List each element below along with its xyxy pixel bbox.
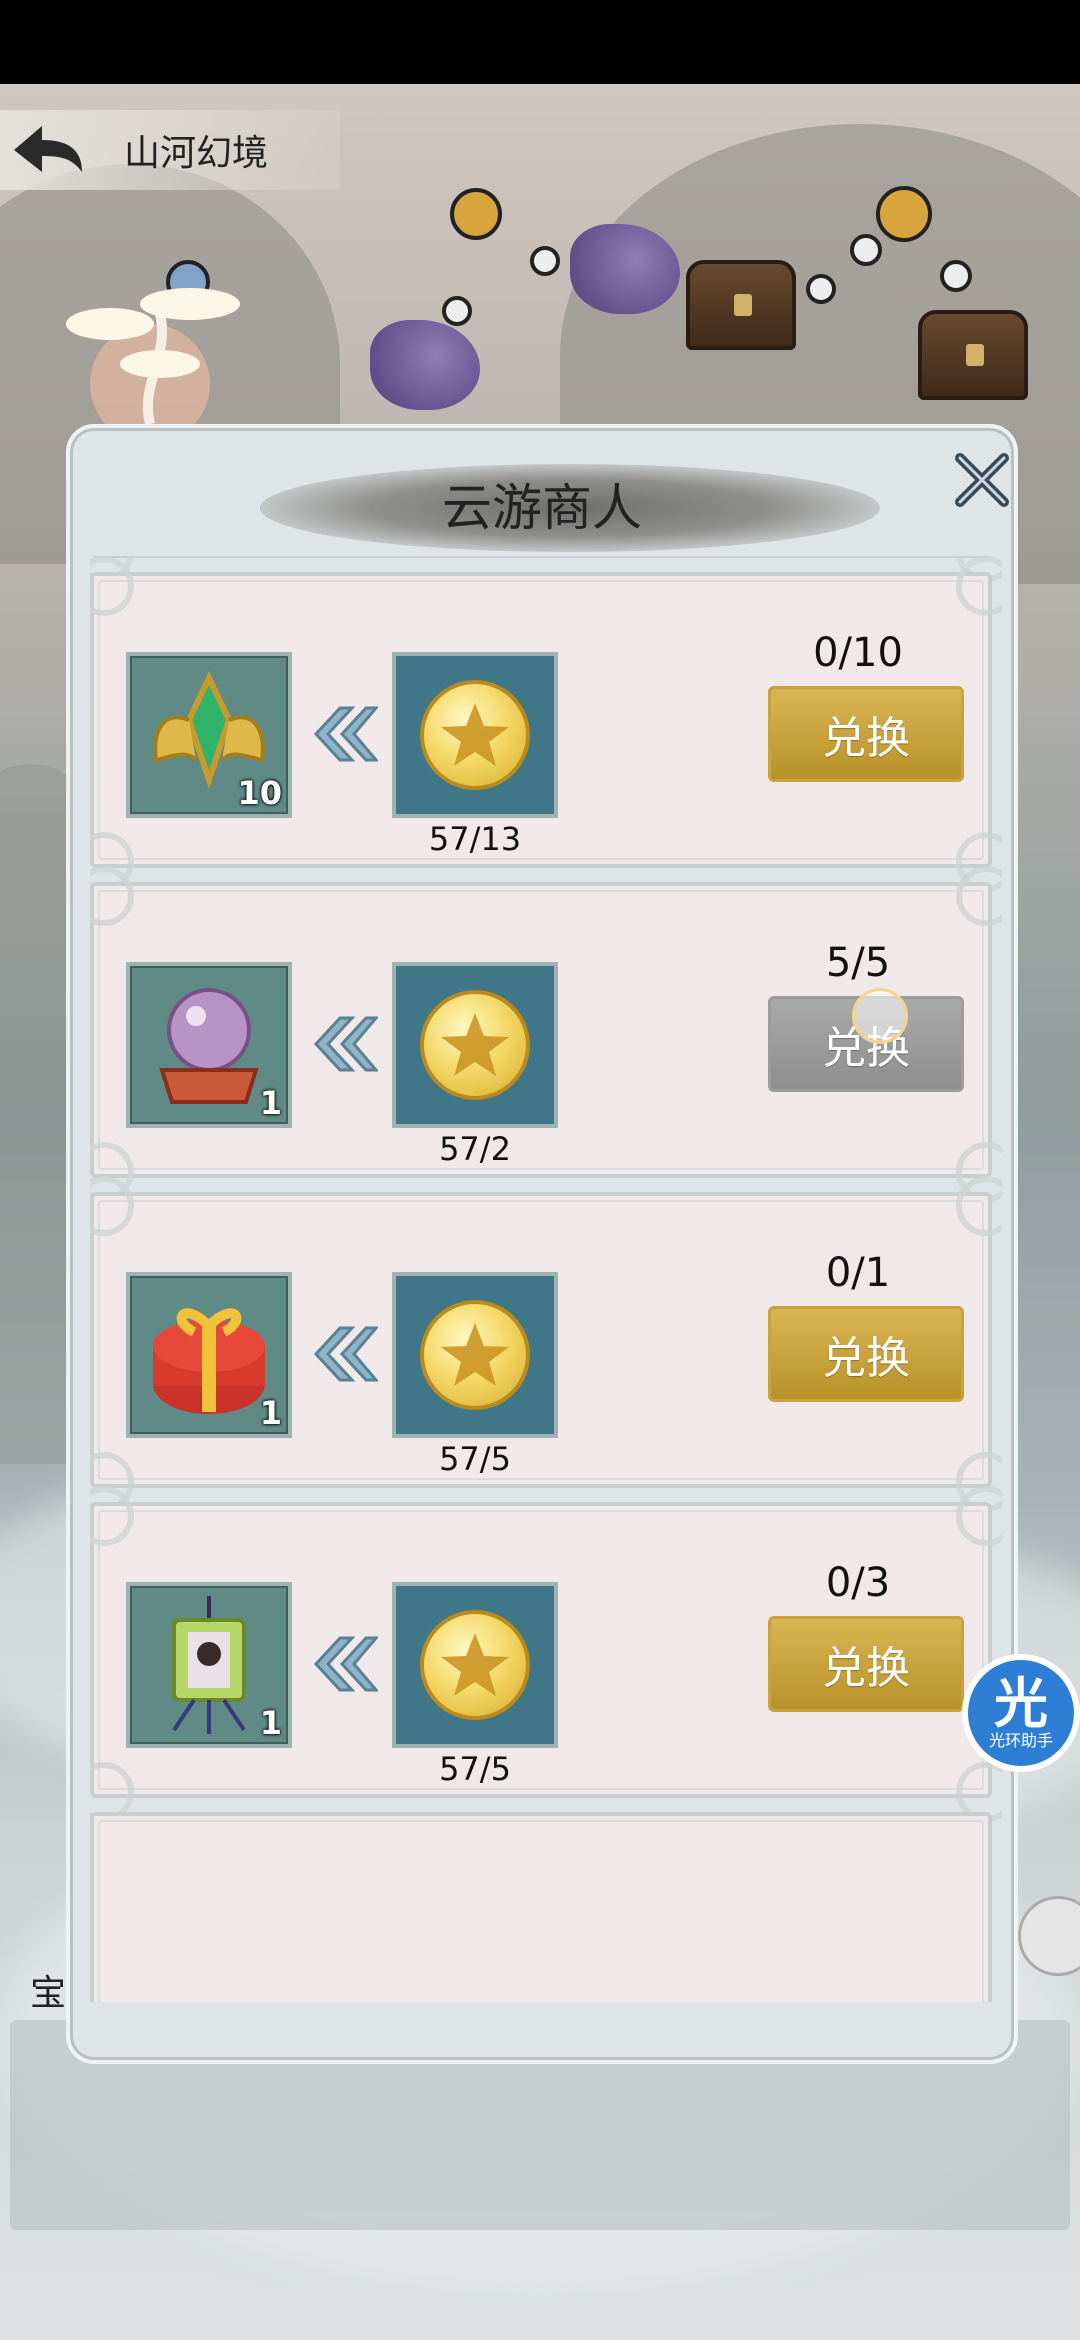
exchange-card: 1 57/5 0/3 兑换: [90, 1486, 1002, 1822]
close-button[interactable]: [950, 448, 1014, 512]
top-nav: 山河幻境: [0, 110, 340, 190]
reward-item-slot[interactable]: 10: [126, 652, 292, 818]
exchange-card: 1 57/5 0/1 兑换: [90, 1176, 1002, 1512]
cost-count: 57/5: [439, 1750, 511, 1788]
chevron-left-icon: [308, 1324, 380, 1384]
treasure-chest-icon[interactable]: [686, 260, 796, 350]
exchange-button[interactable]: 兑换: [768, 1616, 964, 1712]
back-arrow-icon: [14, 126, 82, 172]
cost-item-slot[interactable]: [392, 1582, 558, 1748]
exchange-limit: 5/5: [825, 940, 891, 986]
back-button[interactable]: [0, 110, 96, 190]
cloud-corner-decoration: [956, 866, 1002, 926]
exchange-limit: 0/3: [825, 1560, 891, 1606]
exchange-limit: 0/1: [825, 1250, 891, 1296]
dragon-icon: [370, 320, 480, 410]
page-title: 山河幻境: [124, 133, 269, 174]
cost-count: 57/5: [439, 1440, 511, 1478]
dialog-header: 云游商人: [70, 428, 1014, 556]
tree-icon: [66, 288, 240, 434]
star-coin-icon: [420, 1300, 530, 1410]
cloud-corner-decoration: [956, 1486, 1002, 1546]
exchange-card: 1057/13兑换: [90, 556, 1002, 582]
item-quantity: 10: [237, 774, 282, 812]
helper-label: 光环助手: [988, 1731, 1053, 1750]
item-quantity: 1: [259, 1704, 282, 1742]
item-quantity: 1: [259, 1084, 282, 1122]
reward-item-slot[interactable]: 1: [126, 962, 292, 1128]
star-coin-icon: [420, 990, 530, 1100]
exchange-list[interactable]: 1057/13兑换 10 57/13 0/10 兑换 1 57/2 5/5 兑换 1 57/5 0/1…: [90, 556, 1002, 2002]
cost-item-slot[interactable]: [392, 652, 558, 818]
reward-item-slot[interactable]: 1: [126, 1582, 292, 1748]
item-quantity: 1: [259, 1394, 282, 1432]
cost-count: 57/13: [428, 820, 522, 858]
dialog-title: 云游商人: [442, 479, 642, 537]
exchange-card: [90, 1812, 992, 2002]
chevron-left-icon: [308, 1014, 380, 1074]
cost-count: 57/2: [439, 1130, 511, 1168]
exchange-button[interactable]: 兑换: [768, 686, 964, 782]
close-icon: [955, 453, 1009, 507]
status-bar: [0, 0, 1080, 84]
cloud-corner-decoration: [956, 1176, 1002, 1236]
reward-item-slot[interactable]: 1: [126, 1272, 292, 1438]
cost-item-slot[interactable]: [392, 962, 558, 1128]
exchange-limit: 0/10: [813, 630, 903, 676]
treasure-chest-icon[interactable]: [918, 310, 1028, 400]
star-coin-icon: [420, 680, 530, 790]
cost-item-slot[interactable]: [392, 1272, 558, 1438]
merchant-dialog: 云游商人 1057/13兑换 10 57/13 0/10 兑换 1 57/2 5/5 兑换 1 57…: [66, 424, 1018, 2064]
chevron-left-icon: [308, 704, 380, 764]
cloud-corner-decoration: [956, 556, 1002, 616]
helper-floating-button[interactable]: 光 光环助手: [962, 1654, 1080, 1772]
chevron-left-icon: [308, 1634, 380, 1694]
exchange-card: 10 57/13 0/10 兑换: [90, 556, 1002, 892]
star-coin-icon: [420, 1610, 530, 1720]
helper-icon: 光: [994, 1672, 1048, 1735]
background-label: 宝: [30, 1973, 67, 2014]
scroll-handle[interactable]: [852, 988, 908, 1044]
exchange-button[interactable]: 兑换: [768, 1306, 964, 1402]
